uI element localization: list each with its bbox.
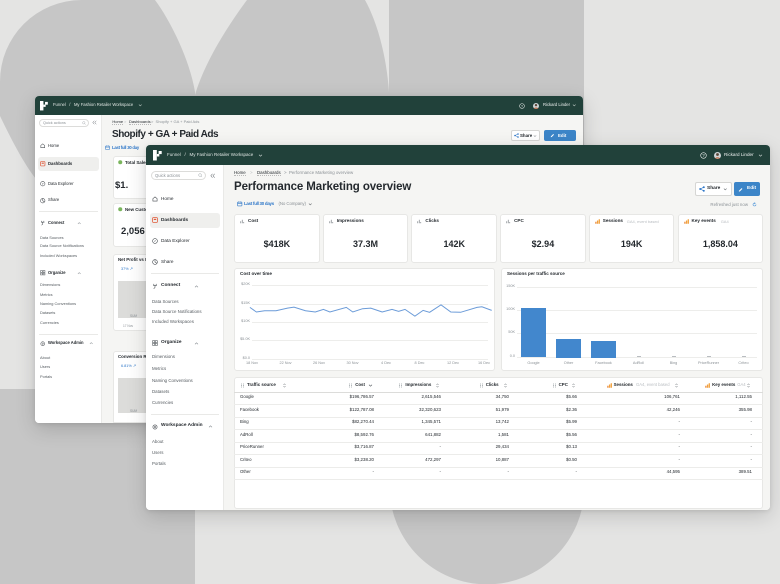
svg-text:?: ? <box>702 153 705 158</box>
